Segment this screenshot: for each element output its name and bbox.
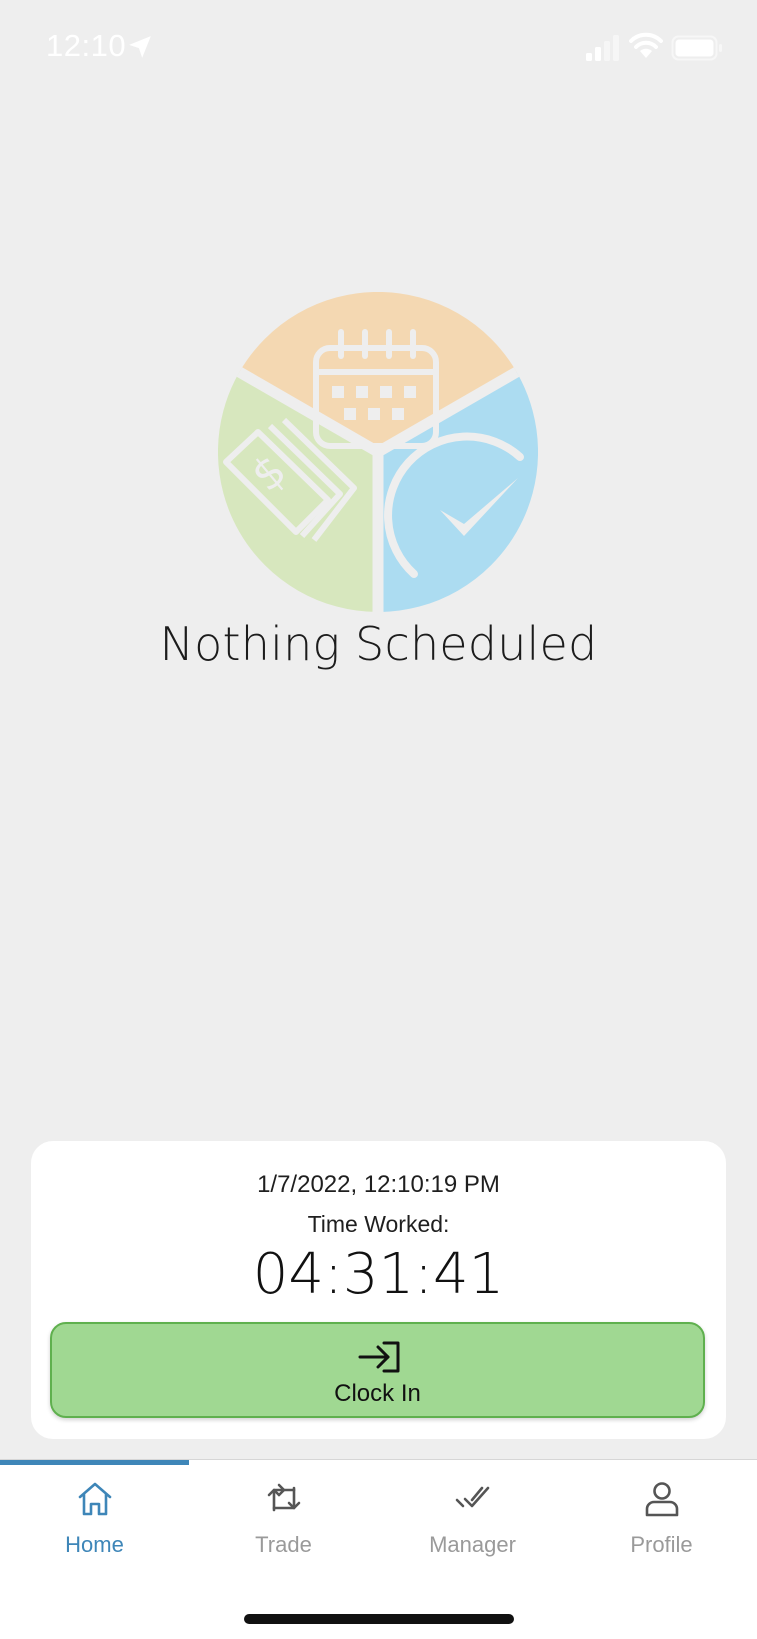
home-indicator (244, 1614, 514, 1624)
tab-trade[interactable]: Trade (189, 1480, 378, 1570)
status-time: 12:10 (46, 28, 127, 63)
wifi-icon (629, 32, 663, 58)
tab-profile-label: Profile (630, 1532, 693, 1557)
swap-icon (267, 1483, 301, 1512)
app-screen: 12:10 $ Nothing Scheduled 1/7/2022, 12:1… (0, 0, 757, 1639)
time-worked-label: Time Worked: (307, 1211, 450, 1237)
home-icon (78, 1482, 112, 1516)
clock-in-label: Clock In (334, 1380, 421, 1407)
clock-in-button[interactable]: Clock In (50, 1322, 705, 1418)
tab-trade-label: Trade (255, 1532, 312, 1557)
tab-home-label: Home (65, 1532, 124, 1557)
cellular-signal-icon (586, 35, 619, 61)
battery-icon (671, 35, 722, 61)
person-icon (645, 1482, 679, 1517)
status-bar: 12:10 (0, 0, 757, 100)
sign-in-icon (358, 1341, 400, 1373)
active-tab-indicator (0, 1460, 189, 1465)
checkmark-icon (455, 1486, 490, 1508)
schedule-pay-time-logo: $ (218, 292, 538, 612)
tab-manager[interactable]: Manager (378, 1480, 567, 1570)
tab-bar: Home Trade Manager Profile (0, 1459, 757, 1639)
time-worked-value: 04:31:41 (252, 1242, 505, 1307)
current-datetime: 1/7/2022, 12:10:19 PM (257, 1171, 500, 1198)
tab-home[interactable]: Home (0, 1480, 189, 1570)
tab-profile[interactable]: Profile (567, 1480, 756, 1570)
time-clock-card: 1/7/2022, 12:10:19 PM Time Worked: 04:31… (31, 1141, 726, 1439)
empty-state-title: Nothing Scheduled (159, 617, 598, 671)
location-arrow-icon (129, 36, 151, 58)
tab-manager-label: Manager (429, 1532, 516, 1557)
